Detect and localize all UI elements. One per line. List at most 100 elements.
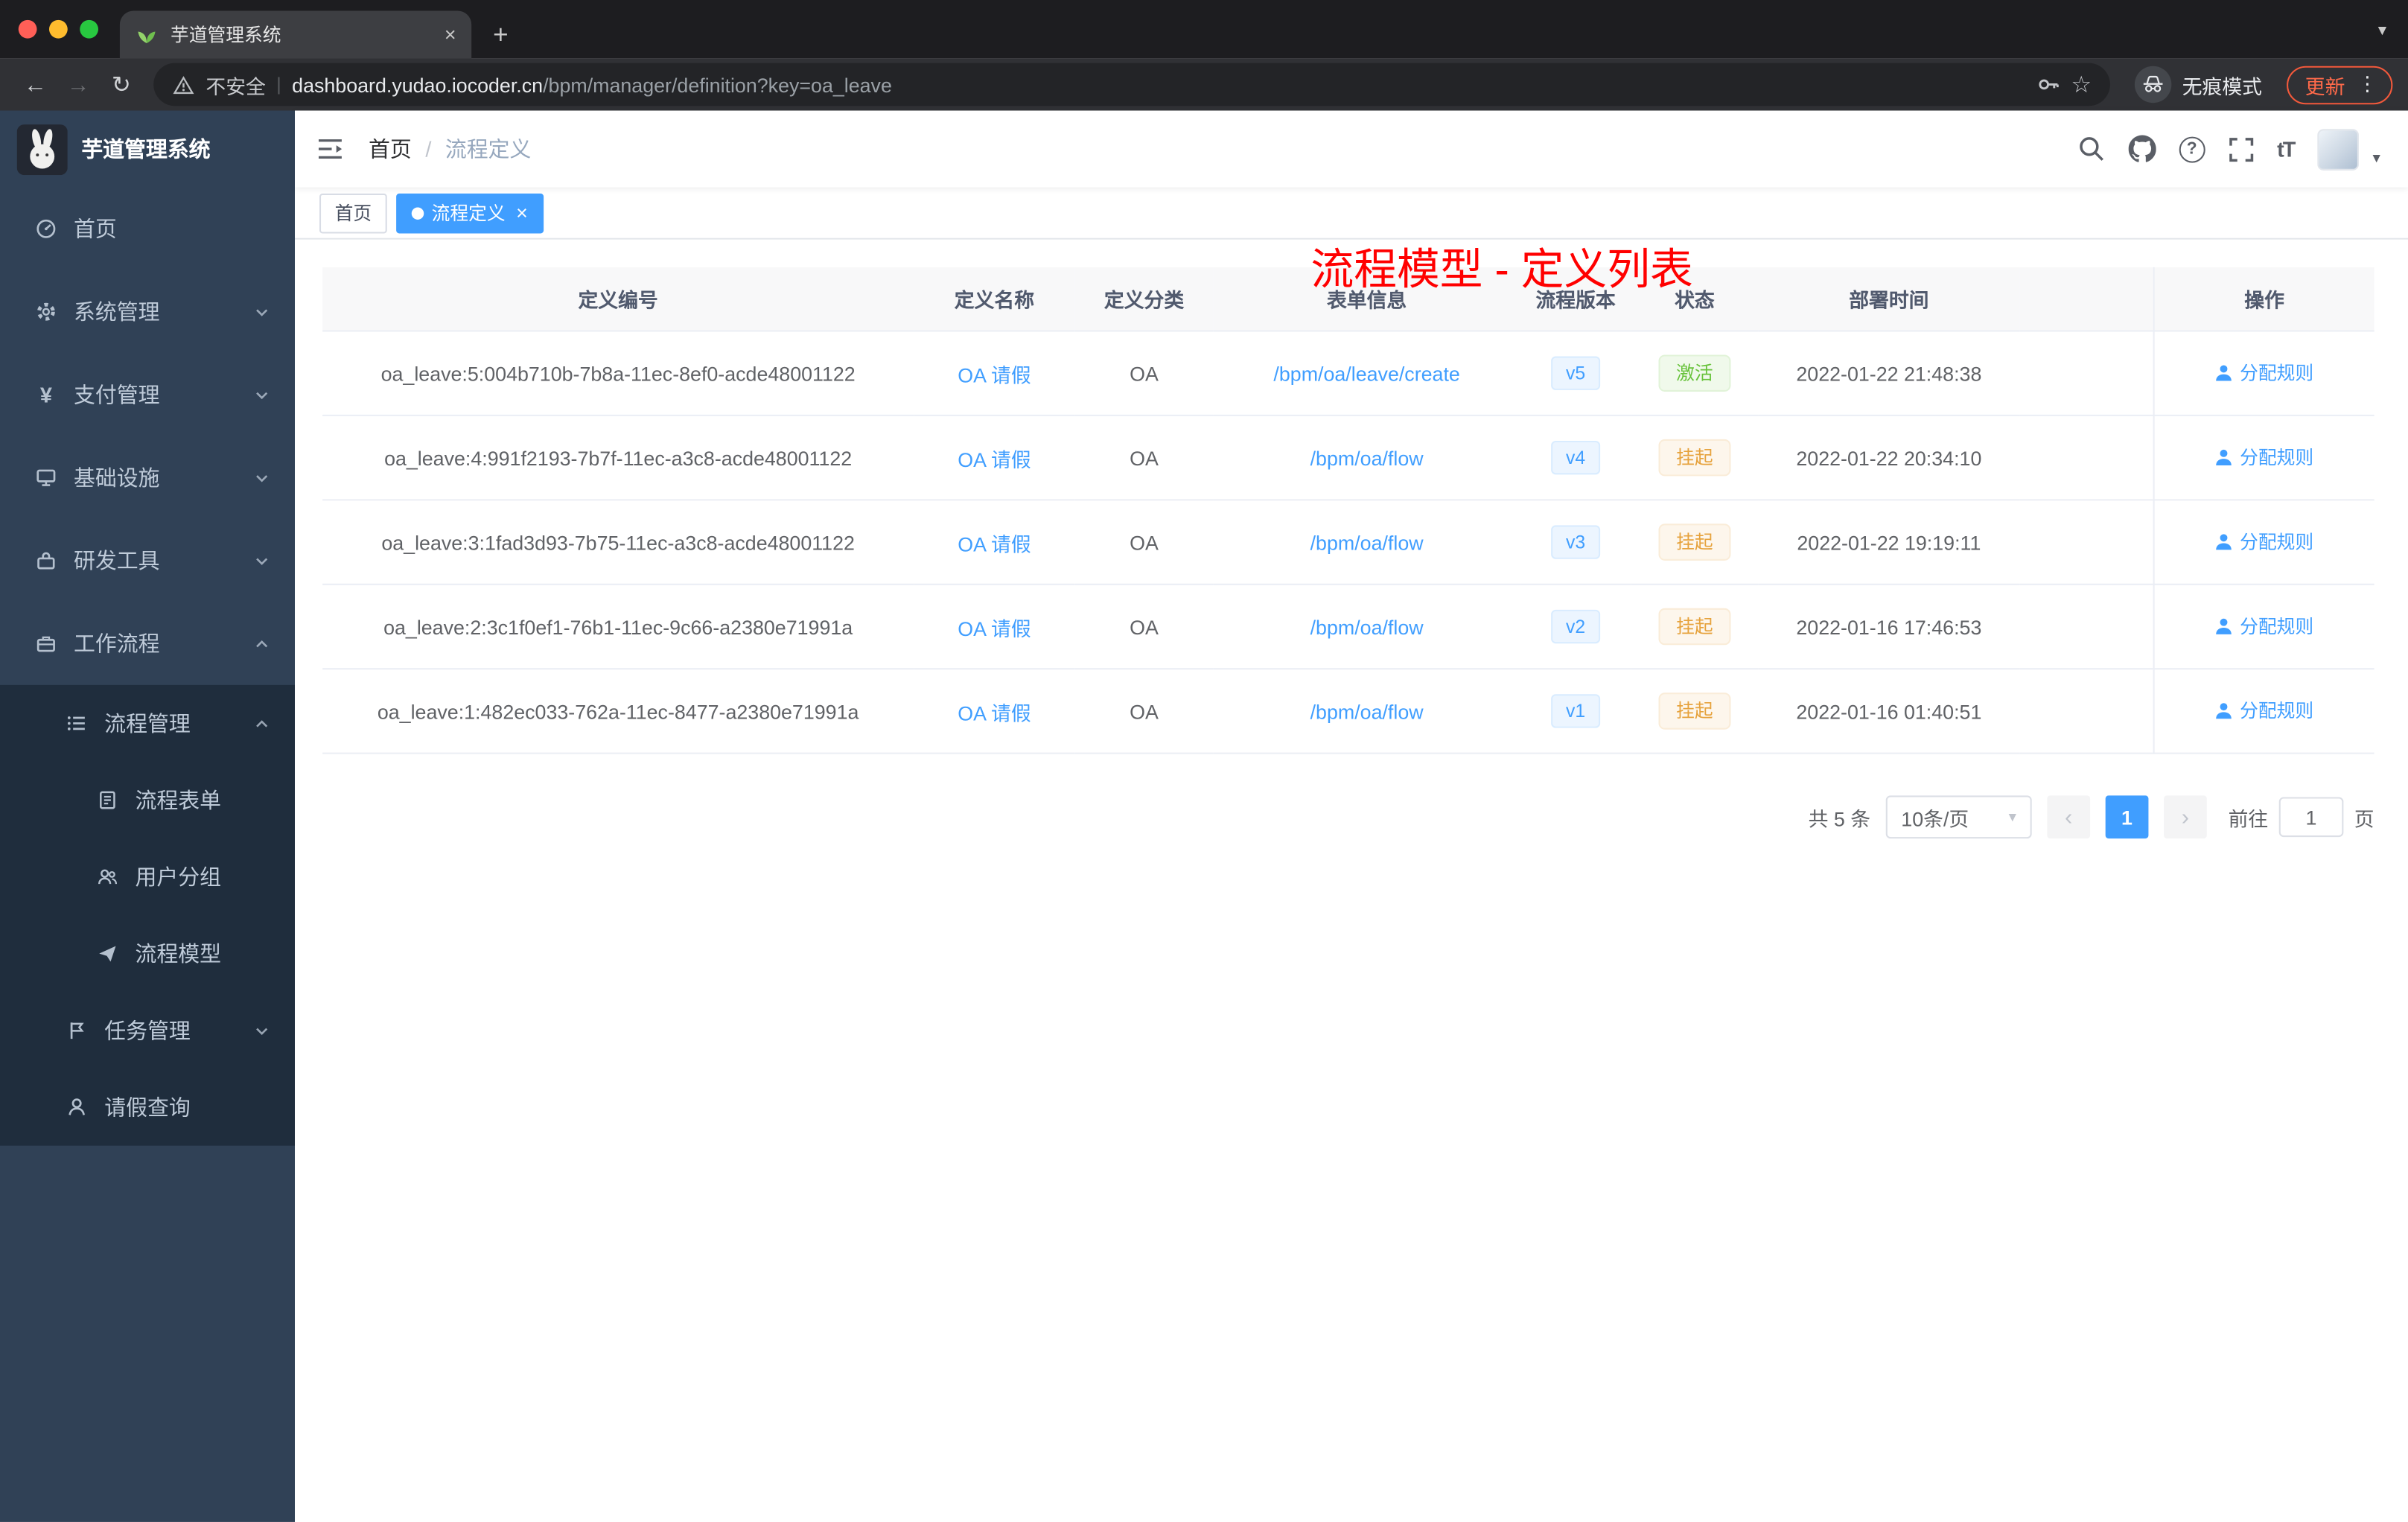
tag-process-definition[interactable]: 流程定义 × <box>396 192 544 233</box>
search-icon[interactable] <box>2077 136 2105 163</box>
font-size-icon[interactable]: tT <box>2277 137 2296 162</box>
status-badge: 挂起 <box>1659 692 1730 730</box>
sidebar-item-process-model[interactable]: 流程模型 <box>0 915 295 992</box>
users-icon <box>95 866 120 888</box>
window-controls <box>0 19 98 59</box>
hamburger-button[interactable] <box>295 136 366 163</box>
cell-definition-id: oa_leave:3:1fad3d93-7b75-11ec-a3c8-acde4… <box>322 500 914 585</box>
chevron-down-icon <box>253 386 270 404</box>
new-tab-button[interactable]: + <box>493 22 508 48</box>
bookmark-star-icon[interactable]: ☆ <box>2071 71 2092 98</box>
form-link[interactable]: /bpm/oa/flow <box>1310 531 1424 554</box>
sidebar-item-devtools[interactable]: 研发工具 <box>0 519 295 602</box>
update-button[interactable]: 更新 ⋮ <box>2287 65 2393 104</box>
tag-label: 流程定义 <box>431 203 506 225</box>
page-size-select[interactable]: 10条/页 ▾ <box>1885 795 2032 839</box>
goto-page-input[interactable] <box>2278 797 2344 838</box>
table-row: oa_leave:2:3c1f0ef1-76b1-11ec-9c66-a2380… <box>322 585 2374 670</box>
cell-deploy-time: 2022-01-16 17:46:53 <box>1758 585 2020 670</box>
address-bar[interactable]: 不安全 | dashboard.yudao.iocoder.cn/bpm/man… <box>153 63 2110 106</box>
definition-name-link[interactable]: OA 请假 <box>958 701 1031 725</box>
sidebar-item-payment[interactable]: ¥ 支付管理 <box>0 353 295 436</box>
sidebar-item-workflow[interactable]: 工作流程 <box>0 602 295 685</box>
close-window-button[interactable] <box>18 19 37 39</box>
sidebar-item-label: 基础设施 <box>74 465 160 490</box>
password-key-icon[interactable] <box>2036 72 2060 97</box>
col-deploy-time: 部署时间 <box>1758 267 2020 332</box>
user-avatar[interactable] <box>2317 128 2359 170</box>
assign-rule-button[interactable]: 分配规则 <box>2215 529 2313 555</box>
fullscreen-icon[interactable] <box>2228 136 2254 162</box>
prev-page-button[interactable]: ‹ <box>2047 795 2090 839</box>
table-row: oa_leave:3:1fad3d93-7b75-11ec-a3c8-acde4… <box>322 500 2374 585</box>
pagination: 共 5 条 10条/页 ▾ ‹ 1 › 前往 页 <box>322 795 2374 839</box>
sidebar-item-label: 流程模型 <box>135 941 222 967</box>
github-icon[interactable] <box>2128 135 2156 163</box>
definition-name-link[interactable]: OA 请假 <box>958 448 1031 471</box>
definition-name-link[interactable]: OA 请假 <box>958 532 1031 555</box>
page-number-button[interactable]: 1 <box>2105 795 2149 839</box>
status-badge: 挂起 <box>1659 439 1730 477</box>
status-badge: 挂起 <box>1659 523 1730 561</box>
sidebar-item-infrastructure[interactable]: 基础设施 <box>0 436 295 519</box>
assign-rule-button[interactable]: 分配规则 <box>2215 445 2313 471</box>
user-icon <box>65 1097 89 1118</box>
browser-tabstrip: 芋道管理系统 × + ▾ <box>0 0 2408 59</box>
avatar-caret-icon[interactable]: ▾ <box>2372 150 2380 170</box>
sidebar-item-process-management[interactable]: 流程管理 <box>0 685 295 762</box>
cell-category: OA <box>1074 585 1214 670</box>
update-label: 更新 <box>2305 74 2345 98</box>
tab-close-icon[interactable]: × <box>445 25 456 45</box>
form-link[interactable]: /bpm/oa/flow <box>1310 615 1424 638</box>
status-badge: 激活 <box>1659 354 1730 392</box>
chevron-down-icon <box>253 303 270 320</box>
assign-rule-button[interactable]: 分配规则 <box>2215 613 2313 639</box>
back-button[interactable]: ← <box>16 65 56 105</box>
form-link[interactable]: /bpm/oa/flow <box>1310 446 1424 469</box>
tag-close-icon[interactable]: × <box>516 203 528 223</box>
sidebar-item-process-form[interactable]: 流程表单 <box>0 762 295 838</box>
assign-rule-label: 分配规则 <box>2240 701 2314 722</box>
assign-rule-label: 分配规则 <box>2240 616 2314 638</box>
sidebar-item-user-group[interactable]: 用户分组 <box>0 838 295 915</box>
incognito-label: 无痕模式 <box>2182 74 2263 98</box>
form-link[interactable]: /bpm/oa/flow <box>1310 699 1424 722</box>
help-icon[interactable]: ? <box>2179 136 2205 162</box>
sidebar-logo[interactable]: 芋道管理系统 <box>0 111 295 188</box>
col-operation: 操作 <box>2153 267 2374 332</box>
col-definition-category: 定义分类 <box>1074 267 1214 332</box>
assign-rule-label: 分配规则 <box>2240 532 2314 554</box>
forward-button[interactable]: → <box>58 65 98 105</box>
maximize-window-button[interactable] <box>80 19 98 39</box>
cell-spacer <box>2019 416 2153 501</box>
app-navbar: 首页 / 流程定义 ? tT ▾ <box>295 110 2408 188</box>
browser-tab[interactable]: 芋道管理系统 × <box>119 10 472 59</box>
page-size-value: 10条/页 <box>1901 806 1969 830</box>
sidebar-item-system[interactable]: 系统管理 <box>0 270 295 353</box>
breadcrumb-home[interactable]: 首页 <box>369 133 412 164</box>
tag-home[interactable]: 首页 <box>319 192 387 233</box>
definition-name-link[interactable]: OA 请假 <box>958 617 1031 640</box>
sidebar-item-label: 用户分组 <box>135 865 222 890</box>
version-badge: v5 <box>1550 356 1601 390</box>
tab-search-icon[interactable]: ▾ <box>2378 20 2408 59</box>
next-page-button[interactable]: › <box>2163 795 2207 839</box>
form-icon <box>95 789 120 811</box>
gear-icon <box>34 301 58 322</box>
assign-rule-button[interactable]: 分配规则 <box>2215 360 2313 386</box>
incognito-icon <box>2134 66 2172 104</box>
cell-definition-id: oa_leave:1:482ec033-762a-11ec-8477-a2380… <box>322 669 914 754</box>
definition-name-link[interactable]: OA 请假 <box>958 363 1031 386</box>
form-link[interactable]: /bpm/oa/leave/create <box>1273 362 1459 385</box>
sidebar-item-home[interactable]: 首页 <box>0 188 295 270</box>
sidebar-item-leave-query[interactable]: 请假查询 <box>0 1069 295 1146</box>
reload-button[interactable]: ↻ <box>101 65 141 105</box>
cell-category: OA <box>1074 669 1214 754</box>
minimize-window-button[interactable] <box>49 19 68 39</box>
browser-toolbar: ← → ↻ 不安全 | dashboard.yudao.iocoder.cn/b… <box>0 58 2408 111</box>
sidebar-item-label: 工作流程 <box>74 631 160 656</box>
sidebar-item-task-management[interactable]: 任务管理 <box>0 992 295 1069</box>
chevron-down-icon <box>253 469 270 486</box>
assign-rule-button[interactable]: 分配规则 <box>2215 698 2313 724</box>
browser-menu-icon[interactable]: ⋮ <box>2357 72 2377 97</box>
